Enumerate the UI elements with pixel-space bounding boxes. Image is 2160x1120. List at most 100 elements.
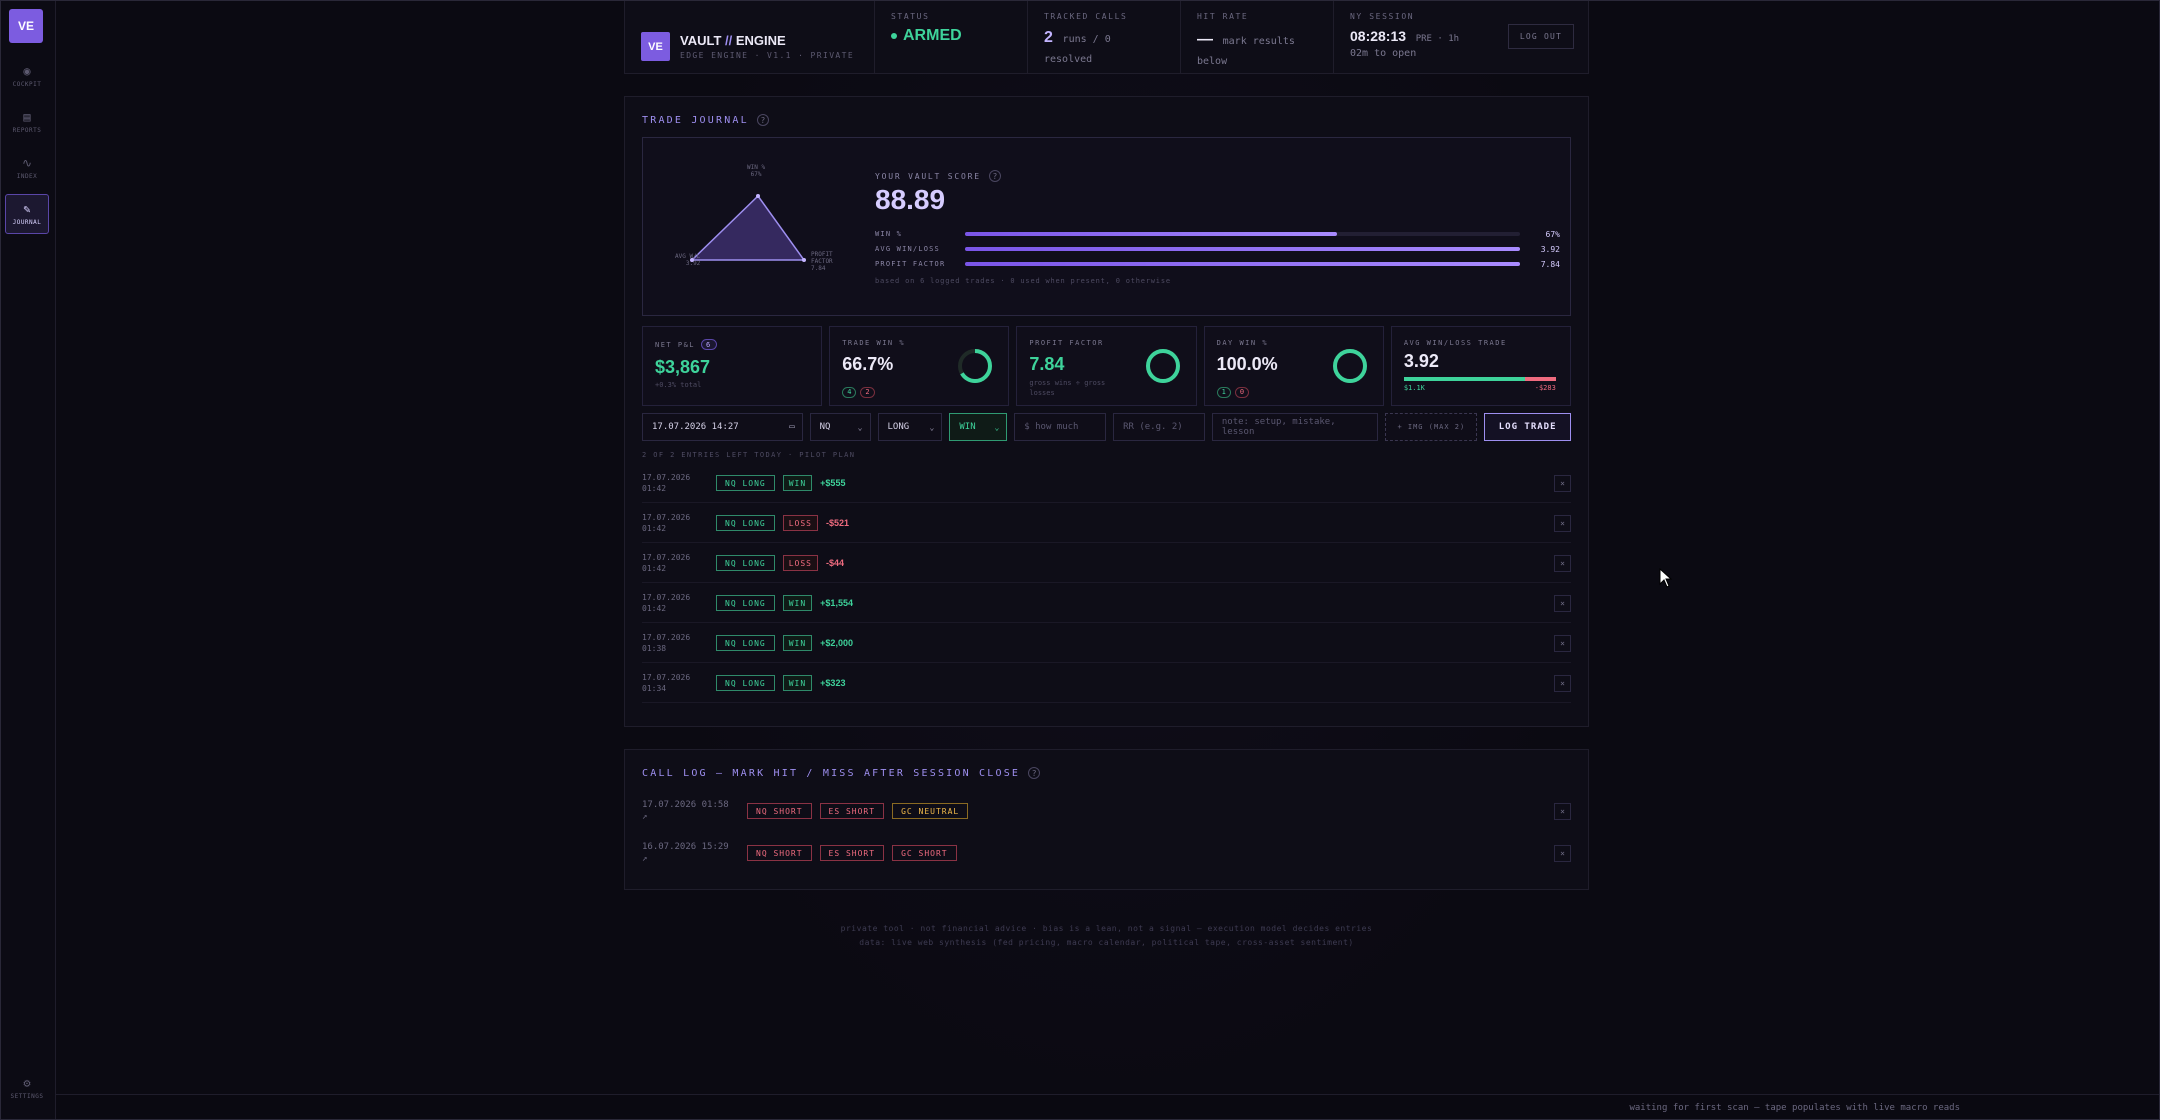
nav-reports[interactable]: ▤ REPORTS [5, 102, 49, 142]
nav-cockpit[interactable]: ◉ COCKPIT [5, 56, 49, 96]
day-win-ring [1332, 349, 1367, 383]
status-dot-icon [891, 33, 897, 39]
delete-trade-button[interactable]: × [1554, 594, 1571, 612]
result-select[interactable]: WIN ⌄ [949, 413, 1008, 441]
result-tag: WIN [782, 595, 813, 611]
instrument-tag: NQ LONG [716, 635, 775, 651]
amount-input[interactable]: $ how much [1014, 413, 1107, 441]
delete-trade-button[interactable]: × [1554, 634, 1571, 652]
symbol-select[interactable]: NQ ⌄ [809, 413, 871, 441]
radar-win-label: WIN % [747, 164, 766, 171]
score-value: 88.89 [875, 184, 946, 215]
status-cell: STATUS ARMED [875, 0, 1028, 73]
trade-datetime: 17.07.2026 01:42 [642, 592, 716, 614]
datetime-input[interactable]: 17.07.2026 14:27 ▭ [642, 413, 803, 441]
tracked-count: 2 [1044, 29, 1053, 46]
status-text: ARMED [903, 27, 962, 44]
instrument-tag: NQ LONG [716, 675, 775, 691]
bar-value: 67% [1545, 229, 1560, 239]
chevron-down-icon: ⌄ [994, 422, 1000, 432]
wins-pill: 1 [1216, 386, 1231, 398]
session-time: 08:28:13 [1350, 28, 1407, 44]
brand-name-b: ENGINE [732, 33, 786, 48]
nav-settings[interactable]: ⚙ SETTINGS [5, 1068, 49, 1108]
card-trade-win: TRADE WIN % 66.7% 42 [829, 326, 1010, 406]
card-sub: gross wins ÷ gross losses [1029, 379, 1106, 397]
delete-call-button[interactable]: × [1554, 802, 1571, 820]
log-trade-button[interactable]: LOG TRADE [1484, 413, 1572, 441]
card-profit-factor: PROFIT FACTOR 7.84 gross wins ÷ gross lo… [1016, 326, 1197, 406]
sidebar: VE ◉ COCKPIT ▤ REPORTS ∿ INDEX ✎ JOURNAL… [0, 0, 56, 1120]
index-icon: ∿ [21, 156, 33, 170]
wins-pill: 4 [842, 386, 857, 398]
delete-trade-button[interactable]: × [1554, 554, 1571, 572]
instrument-tag: NQ LONG [716, 595, 775, 611]
delete-call-button[interactable]: × [1554, 844, 1571, 862]
card-avg-win-loss: AVG WIN/LOSS TRADE 3.92 $1.1K -$283 [1390, 326, 1572, 406]
trade-row: 17.07.2026 01:34 NQ LONG WIN +$323 × [642, 664, 1571, 703]
logout-button[interactable]: LOG OUT [1507, 24, 1574, 49]
expand-icon[interactable]: ↗ [642, 811, 747, 823]
trade-pnl: -$44 [825, 558, 844, 568]
top-header: VE VAULT // ENGINE EDGE ENGINE · V1.1 · … [624, 0, 1589, 74]
expand-icon[interactable]: ↗ [642, 853, 747, 865]
footer-line-2: data: live web synthesis (fed pricing, m… [859, 938, 1354, 947]
losses-pill: 0 [1234, 386, 1250, 398]
trade-datetime: 17.07.2026 01:42 [642, 552, 716, 574]
call-row: 16.07.2026 15:29 ↗ NQ SHORT ES SHORT GC SHOR… [642, 833, 1571, 873]
delete-trade-button[interactable]: × [1554, 674, 1571, 692]
radar-avg-value: 3.92 [685, 260, 701, 267]
instrument-tag: NQ LONG [716, 515, 775, 531]
radar-avg: AVG W/L 3.92 [675, 253, 700, 267]
add-image-button[interactable]: + IMG (MAX 2) [1385, 413, 1478, 441]
app-logo[interactable]: VE [9, 9, 43, 43]
trade-pnl: +$2,000 [820, 638, 853, 648]
call-datetime: 16.07.2026 15:29 ↗ [642, 841, 747, 865]
rr-input[interactable]: RR (e.g. 2) [1113, 413, 1205, 441]
score-label: YOUR VAULT SCORE ? [875, 170, 1001, 182]
calllog-title: CALL LOG — MARK HIT / MISS AFTER SESSION… [642, 767, 1041, 779]
win-loss-bar-fill [1403, 377, 1526, 381]
card-day-win: DAY WIN % 100.0% 10 [1203, 326, 1384, 406]
delete-trade-button[interactable]: × [1554, 474, 1571, 492]
note-input[interactable]: note: setup, mistake, lesson [1211, 413, 1379, 441]
result-tag: LOSS [782, 515, 818, 531]
trade-time: 01:42 [642, 564, 667, 573]
session-label: NY SESSION [1350, 12, 1415, 21]
nav-label: INDEX [16, 173, 38, 180]
trade-pnl: +$323 [820, 678, 846, 688]
score-label-text: YOUR VAULT SCORE [875, 171, 981, 181]
trade-time: 01:42 [642, 604, 667, 613]
delete-trade-button[interactable]: × [1554, 514, 1571, 532]
bar-value: 3.92 [1540, 244, 1560, 254]
footer-line-1: private tool · not financial advice · bi… [840, 924, 1373, 933]
radar-pf-value: 7.84 [811, 265, 826, 272]
bar-track [965, 262, 1520, 266]
radar-pf: PROFIT FACTOR 7.84 [811, 251, 843, 272]
help-icon[interactable]: ? [756, 114, 769, 126]
bar-track [965, 232, 1520, 236]
journal-title-text: TRADE JOURNAL [642, 114, 749, 126]
nav-journal[interactable]: ✎ JOURNAL [5, 194, 49, 234]
nav-label: SETTINGS [10, 1093, 44, 1100]
bar-value: 7.84 [1540, 259, 1560, 269]
log-trade-form: 17.07.2026 14:27 ▭ NQ ⌄ LONG ⌄ WIN ⌄ $ h… [642, 413, 1572, 441]
card-label: NET P&L 6 [655, 339, 809, 350]
direction-select[interactable]: LONG ⌄ [877, 413, 943, 441]
help-icon[interactable]: ? [1028, 767, 1041, 779]
vault-score-box: WIN % 67% AVG W/L 3.92 PROFIT FACTOR 7.8… [642, 137, 1571, 316]
entries-left-note: 2 OF 2 ENTRIES LEFT TODAY · PILOT PLAN [642, 451, 856, 459]
call-tag: GC NEUTRAL [892, 803, 969, 819]
trade-datetime: 17.07.2026 01:42 [642, 512, 716, 534]
card-value: 3.92 [1403, 351, 1439, 371]
call-tag: GC SHORT [892, 845, 957, 861]
trade-row: 17.07.2026 01:42 NQ LONG LOSS -$521 × [642, 504, 1571, 543]
nav-index[interactable]: ∿ INDEX [5, 148, 49, 188]
status-label: STATUS [891, 12, 930, 21]
call-row: 17.07.2026 01:58 ↗ NQ SHORT ES SHORT GC NEUT… [642, 791, 1571, 831]
trade-row: 17.07.2026 01:38 NQ LONG WIN +$2,000 × [642, 624, 1571, 663]
help-icon[interactable]: ? [988, 170, 1001, 182]
brand-name-a: VAULT [680, 33, 726, 48]
journal-icon: ✎ [23, 202, 31, 216]
journal-title: TRADE JOURNAL ? [642, 114, 769, 126]
